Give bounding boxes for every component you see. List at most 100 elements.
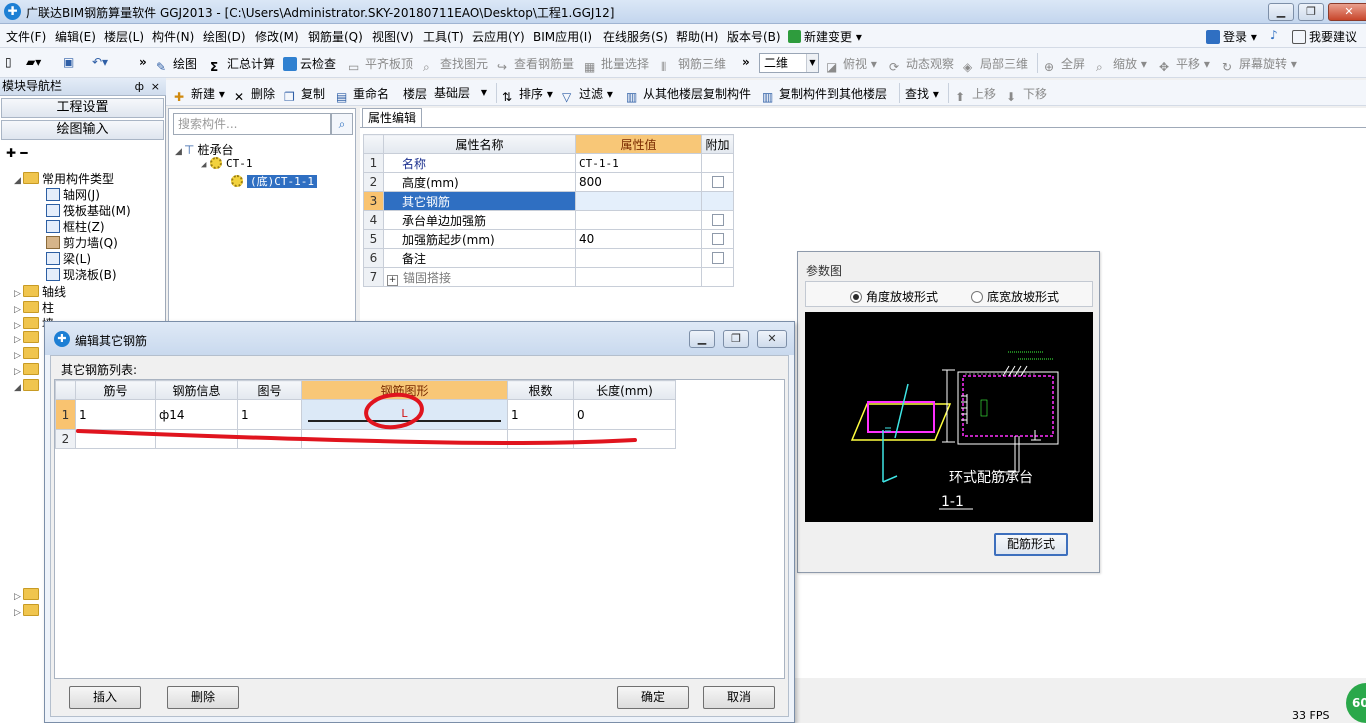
tree-item-slab[interactable]: 现浇板(B): [46, 266, 117, 283]
tree-folder[interactable]: ▷: [14, 347, 42, 361]
batch-select-button[interactable]: ▦ 批量选择: [584, 55, 649, 74]
tree-item-axis-grid[interactable]: 轴网(J): [46, 186, 100, 203]
tree-folder[interactable]: ▷: [14, 588, 42, 602]
rename-button[interactable]: ▤ 重命名: [336, 85, 389, 104]
ok-button[interactable]: 确定: [617, 686, 689, 709]
find-button[interactable]: 查找 ▾: [905, 85, 939, 102]
close-button[interactable]: ✕: [1328, 3, 1366, 21]
table-row[interactable]: 2 高度(mm) 800: [363, 172, 734, 192]
tree-item-raft[interactable]: 筏板基础(M): [46, 202, 131, 219]
prop-value[interactable]: CT-1-1: [575, 153, 702, 173]
cell-length[interactable]: 0: [573, 399, 676, 430]
copy-to-other-floor-button[interactable]: ▥ 复制构件到其他楼层: [762, 85, 887, 104]
menu-version[interactable]: 版本号(B): [727, 28, 781, 45]
floor-select[interactable]: 基础层 ▼: [429, 83, 491, 103]
menu-cloud[interactable]: 云应用(Y): [472, 28, 525, 45]
delete-button[interactable]: 删除: [167, 686, 239, 709]
draw-button[interactable]: ✎ 绘图: [156, 55, 197, 74]
cell-rebar-no[interactable]: 1: [75, 399, 156, 430]
tree-item-shear-wall[interactable]: 剪力墙(Q): [46, 234, 118, 251]
login-menu[interactable]: 登录 ▾: [1206, 28, 1257, 45]
overflow-chevron-icon[interactable]: »: [139, 55, 147, 69]
menu-edit[interactable]: 编辑(E): [55, 28, 96, 45]
table-row[interactable]: 2: [55, 429, 676, 449]
copy-component-button[interactable]: ❐ 复制: [284, 85, 325, 104]
table-row-selected[interactable]: 3 其它钢筋: [363, 191, 734, 211]
overflow-chevron-icon-2[interactable]: »: [742, 55, 750, 69]
checkbox[interactable]: [711, 214, 724, 226]
expand-plus-icon[interactable]: +: [387, 274, 398, 286]
new-component-button[interactable]: ✚ 新建 ▾: [174, 85, 225, 104]
cell-rebar-shape[interactable]: L: [301, 399, 508, 430]
cell-length[interactable]: [573, 429, 676, 449]
rebar-3d-button[interactable]: ⦀ 钢筋三维: [661, 55, 726, 74]
pin-icon[interactable]: ф: [135, 78, 144, 95]
prop-value[interactable]: [575, 267, 702, 287]
cell-rebar-no[interactable]: [75, 429, 156, 449]
new-change-menu[interactable]: 新建变更 ▾: [788, 28, 862, 45]
save-icon[interactable]: ▣: [63, 55, 74, 69]
menu-view[interactable]: 视图(V): [372, 28, 414, 45]
tree-item-frame-column[interactable]: 框柱(Z): [46, 218, 105, 235]
dynamic-view-button[interactable]: ⟳ 动态观察: [889, 55, 954, 74]
table-row[interactable]: 5 加强筋起步(mm) 40: [363, 229, 734, 249]
cancel-button[interactable]: 取消: [703, 686, 775, 709]
menu-rebar-qty[interactable]: 钢筋量(Q): [308, 28, 363, 45]
maximize-button[interactable]: ❐: [1298, 3, 1324, 21]
search-input[interactable]: 搜索构件...: [173, 113, 331, 135]
cell-rebar-shape[interactable]: [301, 429, 508, 449]
cell-rebar-info[interactable]: ф14: [155, 399, 238, 430]
tree-axis[interactable]: ▷ 轴线: [14, 283, 66, 300]
screen-rotate-button[interactable]: ↻ 屏幕旋转 ▾: [1222, 55, 1297, 74]
new-file-icon[interactable]: ▯: [5, 55, 12, 69]
tree-node-pile-cap[interactable]: ◢ ⊤ 桩承台: [175, 141, 233, 158]
radio-angle-slope[interactable]: 角度放坡形式: [850, 288, 938, 305]
insert-button[interactable]: 插入: [69, 686, 141, 709]
table-row[interactable]: 1 1 ф14 1 L 1 0: [55, 399, 676, 430]
view-mode-select[interactable]: 二维 ▼: [759, 53, 819, 73]
project-settings-button[interactable]: 工程设置: [1, 98, 164, 118]
close-icon[interactable]: ×: [151, 78, 160, 95]
checkbox[interactable]: [711, 176, 724, 188]
tree-item-beam[interactable]: 梁(L): [46, 250, 91, 267]
drawing-input-button[interactable]: 绘图输入: [1, 120, 164, 140]
checkbox[interactable]: [711, 252, 724, 264]
prop-value[interactable]: [575, 191, 702, 211]
menu-online[interactable]: 在线服务(S): [603, 28, 668, 45]
menu-help[interactable]: 帮助(H): [676, 28, 718, 45]
copy-from-other-floor-button[interactable]: ▥ 从其他楼层复制构件: [626, 85, 751, 104]
cell-count[interactable]: 1: [507, 399, 574, 430]
prop-value[interactable]: [575, 248, 702, 268]
dialog-close-button[interactable]: ✕: [757, 330, 787, 348]
view-rebar-button[interactable]: ↪ 查看钢筋量: [497, 55, 574, 74]
table-row[interactable]: 4 承台单边加强筋: [363, 210, 734, 230]
flush-slab-button[interactable]: ▭ 平齐板顶: [348, 55, 413, 74]
menu-draw[interactable]: 绘图(D): [203, 28, 246, 45]
prop-value[interactable]: 40: [575, 229, 702, 249]
delete-component-button[interactable]: ✕ 删除: [234, 85, 275, 104]
cloud-check-button[interactable]: 云检查: [283, 55, 336, 72]
menu-tools[interactable]: 工具(T): [423, 28, 464, 45]
undo-icon[interactable]: ↶▾: [92, 55, 108, 69]
local-3d-button[interactable]: ◈ 局部三维: [963, 55, 1028, 74]
cell-figure-no[interactable]: 1: [237, 399, 302, 430]
suggest-menu[interactable]: 我要建议: [1292, 28, 1357, 45]
table-row[interactable]: 6 备注: [363, 248, 734, 268]
menu-file[interactable]: 文件(F): [6, 28, 46, 45]
move-down-button[interactable]: ⬇ 下移: [1006, 85, 1047, 104]
tree-folder[interactable]: ▷: [14, 363, 42, 377]
menu-modify[interactable]: 修改(M): [255, 28, 299, 45]
tree-column[interactable]: ▷ 柱: [14, 299, 54, 316]
prop-name-group[interactable]: + 锚固搭接: [383, 267, 576, 287]
cell-count[interactable]: [507, 429, 574, 449]
search-icon[interactable]: ⌕: [331, 113, 353, 135]
top-view-button[interactable]: ◪ 俯视 ▾: [826, 55, 877, 74]
cell-rebar-info[interactable]: [155, 429, 238, 449]
move-up-button[interactable]: ⬆ 上移: [955, 85, 996, 104]
menu-bim[interactable]: BIM应用(I): [533, 28, 592, 45]
find-elem-button[interactable]: ⌕ 查找图元: [423, 55, 488, 74]
tab-property-edit[interactable]: 属性编辑: [362, 108, 422, 128]
table-row[interactable]: 7 + 锚固搭接: [363, 267, 734, 287]
checkbox[interactable]: [711, 233, 724, 245]
menu-floor[interactable]: 楼层(L): [104, 28, 144, 45]
